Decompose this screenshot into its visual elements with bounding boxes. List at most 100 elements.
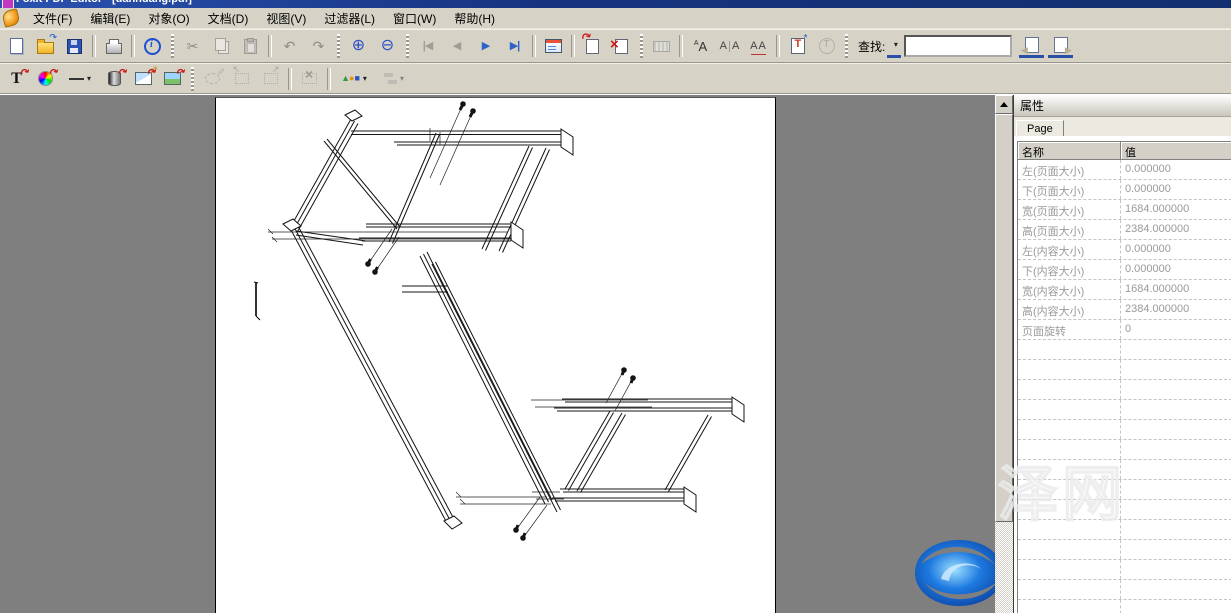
property-row-empty (1018, 400, 1231, 420)
scrollbar-track[interactable] (995, 522, 1013, 613)
menu-item-filter[interactable]: 过滤器(L) (315, 8, 384, 29)
menu-item-help[interactable]: 帮助(H) (445, 8, 504, 29)
property-name-empty (1018, 520, 1121, 539)
save-file-button[interactable] (61, 34, 88, 58)
window-title: Foxit PDF Editor - [danhuang.pdf] (16, 0, 192, 5)
find-input[interactable] (904, 35, 1012, 57)
title-bar: Foxit PDF Editor - [danhuang.pdf] (0, 0, 1231, 8)
property-row[interactable]: 下(内容大小)0.000000 (1018, 260, 1231, 280)
delete-page-button[interactable] (608, 34, 635, 58)
printer-icon (106, 43, 122, 54)
property-row[interactable]: 左(页面大小)0.000000 (1018, 160, 1231, 180)
toolbar-grip[interactable] (191, 67, 194, 91)
property-value: 2384.000000 (1121, 300, 1231, 319)
document-info-button[interactable] (139, 34, 166, 58)
rotate-page-button[interactable] (579, 34, 606, 58)
property-row-empty (1018, 520, 1231, 540)
insert-shape-button[interactable]: ●▾ (335, 67, 373, 91)
menu-item-window[interactable]: 窗口(W) (384, 8, 445, 29)
property-row[interactable]: 高(内容大小)2384.000000 (1018, 300, 1231, 320)
menu-item-document[interactable]: 文档(D) (199, 8, 258, 29)
find-dropdown-button[interactable]: ▾ (887, 34, 901, 58)
zoom-in-button[interactable]: ⊕ (345, 34, 372, 58)
add-color-button[interactable]: ↷ (32, 67, 59, 91)
scrollbar-thumb[interactable] (995, 114, 1013, 522)
find-prev-icon (1025, 37, 1039, 53)
find-prev-button[interactable] (1019, 34, 1044, 58)
property-name-empty (1018, 340, 1121, 359)
property-value: 1684.000000 (1121, 280, 1231, 299)
property-value: 2384.000000 (1121, 220, 1231, 239)
toolbar-grip[interactable] (337, 34, 340, 58)
menu-item-object[interactable]: 对象(O) (139, 8, 198, 29)
property-row-empty (1018, 360, 1231, 380)
tool-transform-r-icon (264, 73, 278, 84)
add-gradient-button[interactable]: ↷ (101, 67, 128, 91)
property-name-empty (1018, 420, 1121, 439)
property-row-empty (1018, 460, 1231, 480)
scroll-up-button[interactable] (995, 95, 1013, 114)
toolbar-separator (679, 35, 683, 57)
toolbar-separator (131, 35, 135, 57)
menu-bar: 文件(F)编辑(E)对象(O)文档(D)视图(V)过滤器(L)窗口(W)帮助(H… (0, 8, 1231, 29)
undo-button: ↶ (276, 34, 303, 58)
toolbar-separator (327, 68, 331, 90)
property-row[interactable]: 下(页面大小)0.000000 (1018, 180, 1231, 200)
tool-delete-icon (302, 73, 317, 84)
tool-shapes-icon: ● (341, 74, 360, 83)
font-pair-icon (720, 41, 740, 52)
print-button[interactable] (100, 34, 127, 58)
font-width-button[interactable] (745, 34, 772, 58)
new-document-button[interactable] (3, 34, 30, 58)
tool-line-icon (69, 78, 84, 80)
font-style-button[interactable] (687, 34, 714, 58)
last-page-button[interactable]: ▶| (501, 34, 528, 58)
transform-forward-button (257, 67, 284, 91)
property-row[interactable]: 宽(内容大小)1684.000000 (1018, 280, 1231, 300)
nav-first-icon: |◀ (423, 41, 433, 52)
add-text-button[interactable]: T↷ (3, 67, 30, 91)
property-row[interactable]: 左(内容大小)0.000000 (1018, 240, 1231, 260)
form-icon (545, 39, 562, 53)
property-row[interactable]: 页面旋转0 (1018, 320, 1231, 340)
property-row[interactable]: 高(页面大小)2384.000000 (1018, 220, 1231, 240)
find-next-button[interactable] (1048, 34, 1073, 58)
property-name: 高(页面大小) (1018, 220, 1121, 239)
page-new-icon (10, 38, 23, 54)
toolbar-grip[interactable] (640, 34, 643, 58)
info-icon (144, 38, 161, 55)
property-row-empty (1018, 420, 1231, 440)
toolbar-separator (288, 68, 292, 90)
pdf-page[interactable] (215, 97, 776, 613)
edit-image-button[interactable]: ↷ (130, 67, 157, 91)
menu-item-view[interactable]: 视图(V) (257, 8, 315, 29)
open-file-button[interactable] (32, 34, 59, 58)
tab-page[interactable]: Page (1016, 120, 1064, 136)
text-circle-button (813, 34, 840, 58)
zoom-out-button[interactable]: ⊖ (374, 34, 401, 58)
property-row[interactable]: 宽(页面大小)1684.000000 (1018, 200, 1231, 220)
toolbar-grip[interactable] (845, 34, 848, 58)
vertical-scrollbar[interactable] (995, 95, 1013, 613)
menu-bar-items: 文件(F)编辑(E)对象(O)文档(D)视图(V)过滤器(L)窗口(W)帮助(H… (24, 8, 504, 29)
tool-transform-l-icon (235, 73, 249, 84)
property-value: 0 (1121, 320, 1231, 339)
add-image-button[interactable]: ↷ (159, 67, 186, 91)
page-form-button[interactable] (540, 34, 567, 58)
line-style-button[interactable]: ▾ (61, 67, 99, 91)
property-value: 0.000000 (1121, 240, 1231, 259)
font-compare-button[interactable] (716, 34, 743, 58)
isometric-frame-drawing (216, 98, 775, 613)
insert-text-page-button[interactable] (784, 34, 811, 58)
property-value: 0.000000 (1121, 260, 1231, 279)
menu-item-edit[interactable]: 编辑(E) (81, 8, 139, 29)
column-header-value: 值 (1121, 142, 1231, 159)
toolbar-grip[interactable] (171, 34, 174, 58)
property-value-empty (1121, 500, 1231, 519)
toolbar-grip[interactable] (406, 34, 409, 58)
document-canvas[interactable] (0, 95, 995, 613)
property-row-empty (1018, 340, 1231, 360)
next-page-button[interactable]: ▶ (472, 34, 499, 58)
menu-item-file[interactable]: 文件(F) (24, 8, 81, 29)
property-row-empty (1018, 500, 1231, 520)
